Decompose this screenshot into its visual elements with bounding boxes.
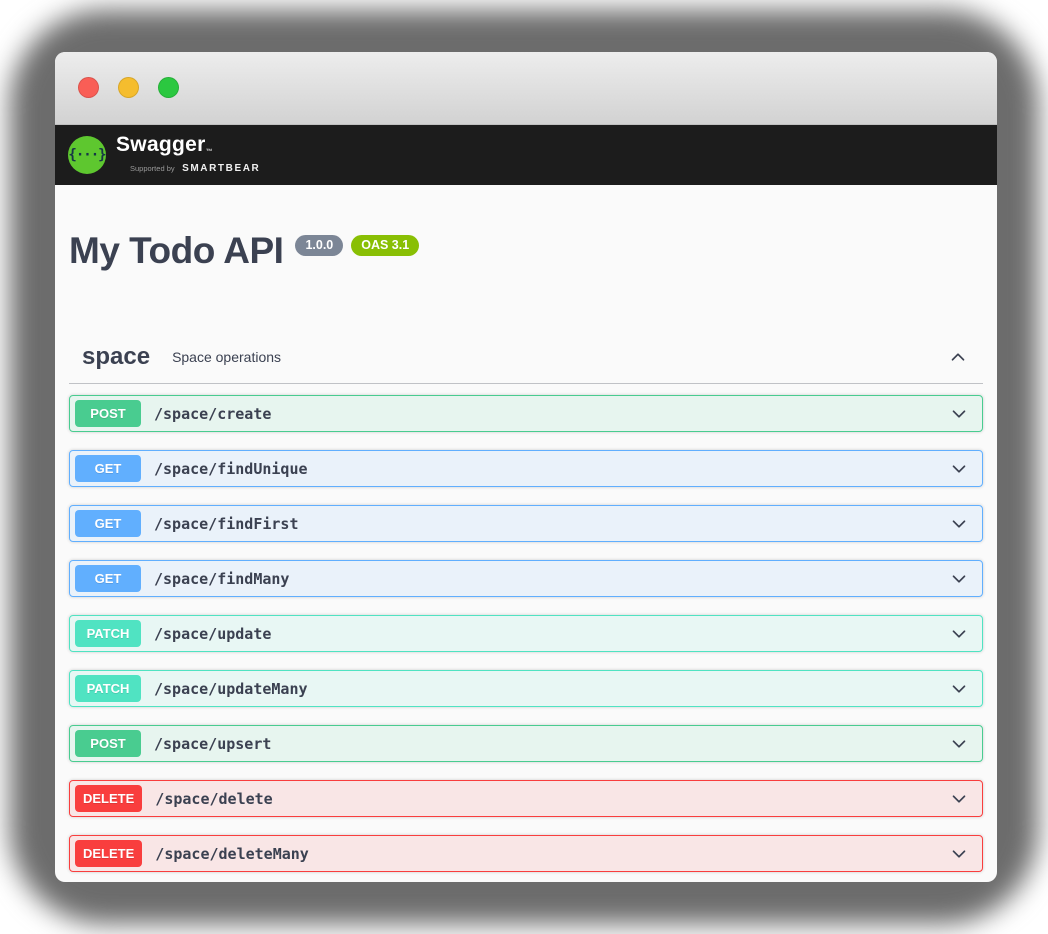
titlebar bbox=[55, 52, 997, 125]
chevron-down-icon[interactable] bbox=[948, 788, 970, 810]
method-badge: POST bbox=[75, 730, 141, 757]
api-info: My Todo API 1.0.0 OAS 3.1 bbox=[69, 232, 983, 269]
chevron-down-icon[interactable] bbox=[948, 458, 970, 480]
chevron-down-icon[interactable] bbox=[948, 623, 970, 645]
close-button[interactable] bbox=[78, 77, 99, 98]
tag-description: Space operations bbox=[172, 349, 281, 365]
method-badge: GET bbox=[75, 565, 141, 592]
operation-path: /space/findMany bbox=[154, 570, 289, 588]
method-badge: DELETE bbox=[75, 785, 142, 812]
swagger-logo-icon: {···} bbox=[68, 136, 106, 174]
section-divider bbox=[69, 383, 983, 384]
api-doc-content: My Todo API 1.0.0 OAS 3.1 space Space op… bbox=[55, 185, 997, 872]
chevron-down-icon[interactable] bbox=[948, 843, 970, 865]
method-badge: DELETE bbox=[75, 840, 142, 867]
operation-path: /space/findFirst bbox=[154, 515, 299, 533]
operation-row[interactable]: GET /space/findFirst bbox=[69, 505, 983, 542]
oas-badge: OAS 3.1 bbox=[351, 235, 419, 256]
supported-by-label: Supported by bbox=[130, 164, 175, 173]
page-title: My Todo API bbox=[69, 232, 283, 269]
method-badge: POST bbox=[75, 400, 141, 427]
operation-row[interactable]: POST /space/create bbox=[69, 395, 983, 432]
operation-path: /space/create bbox=[154, 405, 271, 423]
operation-path: /space/findUnique bbox=[154, 460, 308, 478]
traffic-lights bbox=[78, 77, 179, 98]
operation-path: /space/updateMany bbox=[154, 680, 308, 698]
chevron-down-icon[interactable] bbox=[948, 403, 970, 425]
tag-section-header-space[interactable]: space Space operations bbox=[69, 343, 983, 371]
chevron-down-icon[interactable] bbox=[948, 733, 970, 755]
swagger-brand-name: Swagger™ bbox=[116, 133, 213, 156]
supported-by-line: Supported by SMARTBEAR bbox=[130, 158, 260, 176]
operation-path: /space/delete bbox=[155, 790, 272, 808]
method-badge: GET bbox=[75, 510, 141, 537]
smartbear-logo-text: SMARTBEAR bbox=[182, 163, 260, 174]
swagger-brand-block: Swagger™ Supported by SMARTBEAR bbox=[116, 134, 260, 175]
zoom-button[interactable] bbox=[158, 77, 179, 98]
operation-row[interactable]: DELETE /space/delete bbox=[69, 780, 983, 817]
chevron-down-icon[interactable] bbox=[948, 513, 970, 535]
screenshot-stage: {···} Swagger™ Supported by SMARTBEAR My… bbox=[0, 0, 1048, 934]
minimize-button[interactable] bbox=[118, 77, 139, 98]
chevron-down-icon[interactable] bbox=[948, 568, 970, 590]
chevron-up-icon bbox=[947, 346, 969, 368]
swagger-logo-link[interactable]: {···} Swagger™ Supported by SMARTBEAR bbox=[68, 134, 260, 175]
operation-row[interactable]: GET /space/findUnique bbox=[69, 450, 983, 487]
swagger-topbar: {···} Swagger™ Supported by SMARTBEAR bbox=[55, 125, 997, 185]
operation-path: /space/update bbox=[154, 625, 271, 643]
version-badge: 1.0.0 bbox=[295, 235, 343, 256]
method-badge: PATCH bbox=[75, 675, 141, 702]
operations-list: POST /space/create GET /space/findUnique… bbox=[69, 395, 983, 872]
operation-row[interactable]: GET /space/findMany bbox=[69, 560, 983, 597]
operation-row[interactable]: DELETE /space/deleteMany bbox=[69, 835, 983, 872]
operation-path: /space/upsert bbox=[154, 735, 271, 753]
trademark-symbol: ™ bbox=[206, 149, 213, 156]
api-badges: 1.0.0 OAS 3.1 bbox=[295, 235, 419, 256]
method-badge: GET bbox=[75, 455, 141, 482]
operation-row[interactable]: PATCH /space/update bbox=[69, 615, 983, 652]
app-window: {···} Swagger™ Supported by SMARTBEAR My… bbox=[55, 52, 997, 882]
tag-name: space bbox=[82, 343, 150, 371]
operation-row[interactable]: POST /space/upsert bbox=[69, 725, 983, 762]
chevron-down-icon[interactable] bbox=[948, 678, 970, 700]
collapse-section-button[interactable] bbox=[947, 346, 969, 368]
operation-path: /space/deleteMany bbox=[155, 845, 309, 863]
operation-row[interactable]: PATCH /space/updateMany bbox=[69, 670, 983, 707]
method-badge: PATCH bbox=[75, 620, 141, 647]
